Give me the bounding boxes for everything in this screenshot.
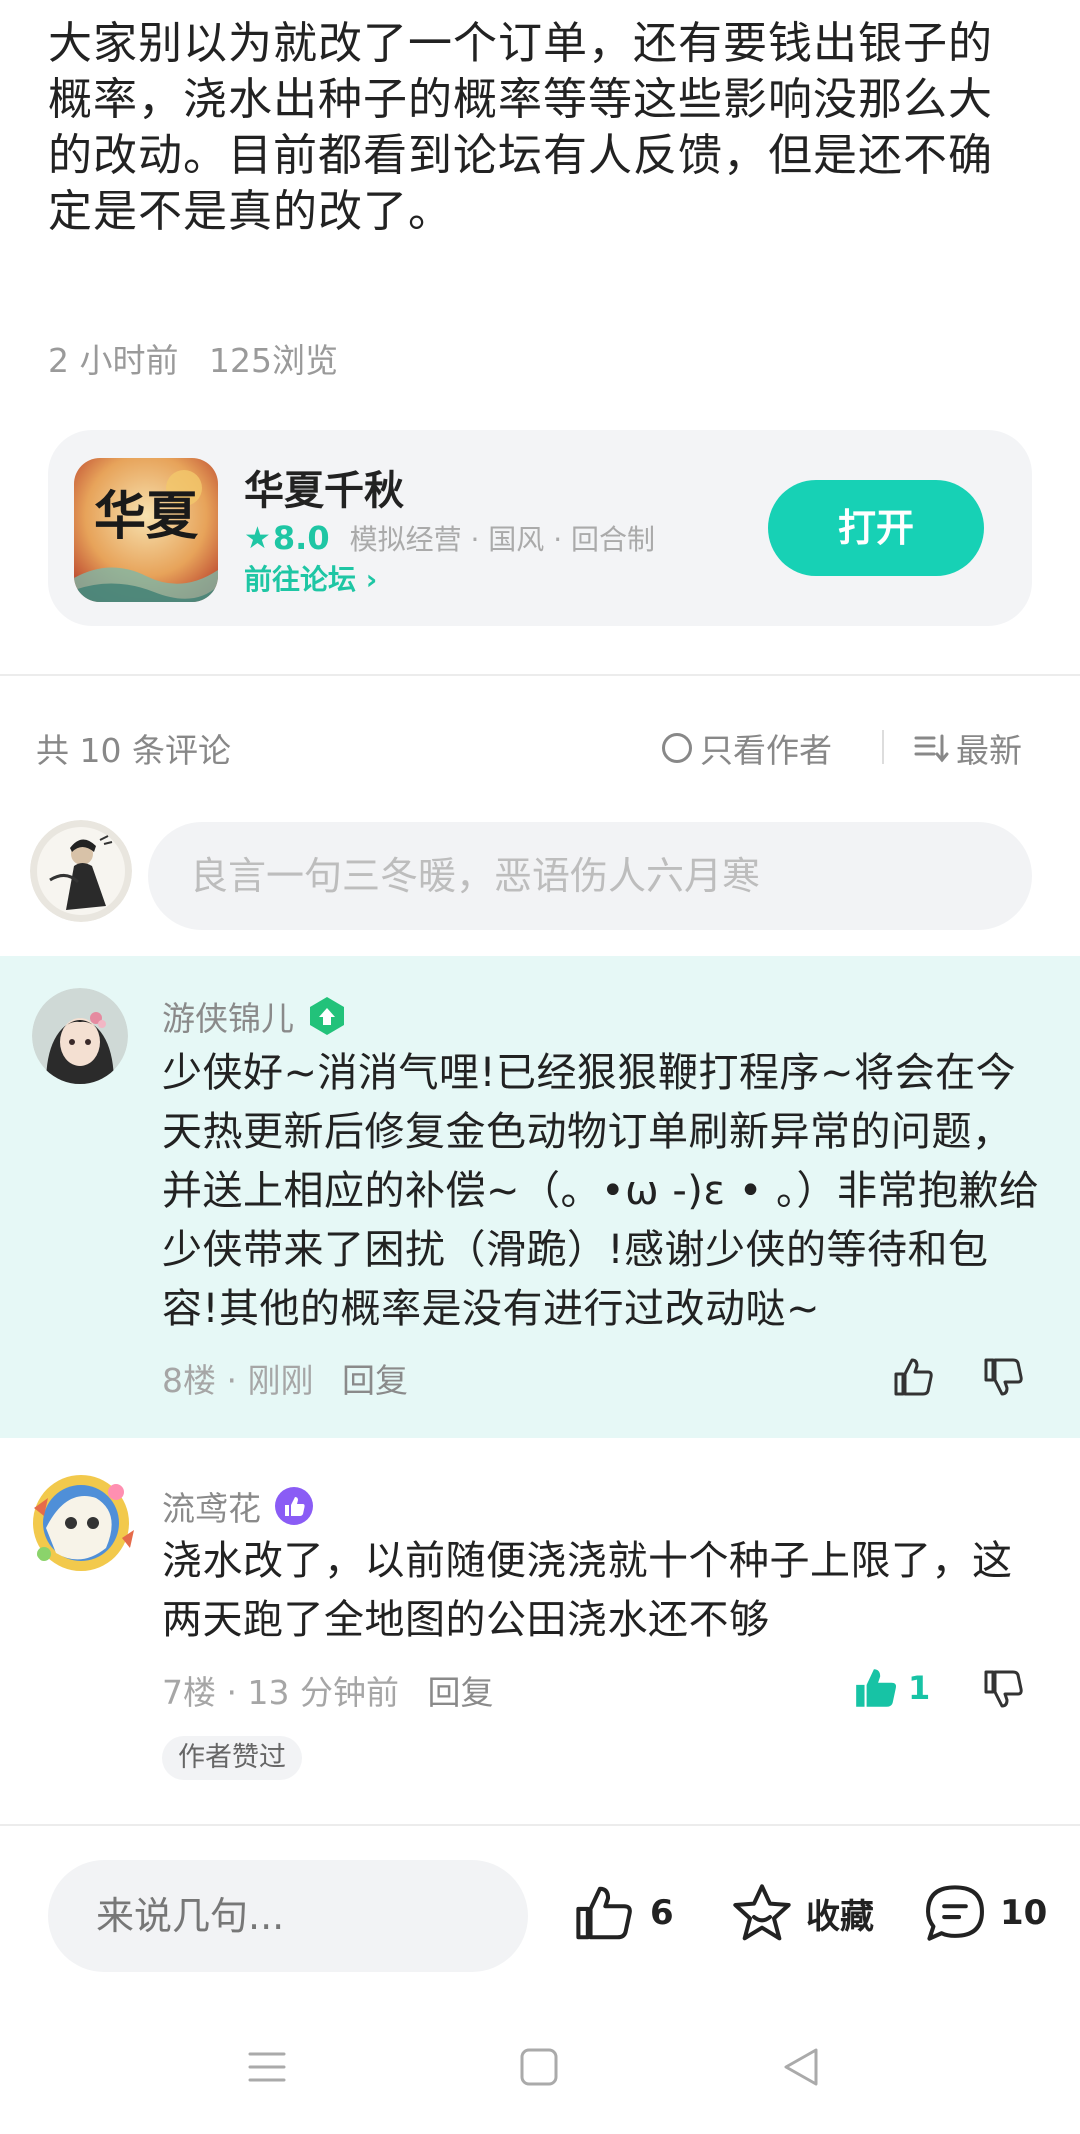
star-icon bbox=[733, 1884, 791, 1941]
home-square-icon bbox=[520, 2048, 558, 2086]
reply-button[interactable]: 回复 bbox=[342, 1361, 408, 1400]
chevron-right-icon: › bbox=[365, 563, 378, 596]
go-to-forum-link[interactable]: 前往论坛 › bbox=[244, 558, 377, 598]
like-count: 1 bbox=[908, 1669, 931, 1707]
comment-floor-time: 7楼 · 13 分钟前 bbox=[162, 1673, 399, 1712]
radio-circle-icon bbox=[662, 733, 692, 763]
menu-icon bbox=[248, 2052, 286, 2082]
comment-floor-time: 8楼 · 刚刚 bbox=[162, 1361, 314, 1400]
reply-button[interactable]: 回复 bbox=[427, 1673, 493, 1712]
favorite-button[interactable]: 收藏 bbox=[730, 1882, 874, 1944]
comments-header: 共 10 条评论 只看作者 最新 bbox=[36, 724, 1036, 774]
commenter-avatar[interactable] bbox=[32, 988, 128, 1084]
thumbs-up-icon bbox=[894, 1358, 933, 1396]
sort-icon bbox=[914, 734, 949, 763]
menu-nav-button[interactable] bbox=[246, 2046, 288, 2092]
comment-text: 少侠好~消消气哩!已经狠狠鞭打程序~将会在今天热更新后修复金色动物订单刷新异常的… bbox=[162, 1050, 1040, 1332]
dislike-button[interactable] bbox=[980, 1666, 1026, 1716]
dislike-button[interactable] bbox=[980, 1354, 1026, 1404]
thumbs-down-icon bbox=[984, 1358, 1023, 1396]
star-icon: ★ bbox=[244, 520, 271, 556]
bottom-action-bar: 来说几句... 6 收藏 10 bbox=[0, 1826, 1080, 2006]
divider bbox=[0, 674, 1080, 676]
game-rating: 8.0 bbox=[272, 519, 330, 557]
sort-latest-button[interactable]: 最新 bbox=[914, 724, 1022, 772]
like-button-active[interactable]: 1 bbox=[852, 1664, 930, 1712]
official-badge-icon bbox=[310, 997, 344, 1035]
post-views: 125浏览 bbox=[209, 341, 338, 380]
post-like-button[interactable]: 6 bbox=[572, 1882, 674, 1944]
level-badge-icon bbox=[275, 1487, 313, 1525]
home-nav-button[interactable] bbox=[518, 2046, 560, 2092]
post-body-text: 大家别以为就改了一个订单，还有要钱出银子的概率，浇水出种子的概率等等这些影响没那… bbox=[48, 18, 993, 237]
back-triangle-icon bbox=[784, 2048, 818, 2086]
comment-bubble-icon bbox=[926, 1885, 984, 1941]
like-button[interactable] bbox=[890, 1354, 936, 1400]
commenter-name[interactable]: 流鸢花 bbox=[162, 1482, 261, 1530]
comment-meta: 8楼 · 刚刚 回复 bbox=[162, 1354, 408, 1402]
game-card[interactable]: 华夏 华夏千秋 ★ 8.0 模拟经营 · 国风 · 回合制 前往论坛 › 打开 bbox=[48, 430, 1032, 626]
comments-button[interactable]: 10 bbox=[922, 1882, 1047, 1944]
thumbs-up-icon bbox=[576, 1886, 632, 1940]
game-rating-row: ★ 8.0 模拟经营 · 国风 · 回合制 bbox=[244, 518, 655, 558]
game-tags: 模拟经营 · 国风 · 回合制 bbox=[349, 523, 655, 556]
post-like-count: 6 bbox=[650, 1893, 674, 1933]
vertical-divider bbox=[882, 730, 884, 764]
comments-count: 共 10 条评论 bbox=[36, 731, 231, 770]
go-to-forum-label: 前往论坛 bbox=[244, 563, 357, 596]
game-icon[interactable]: 华夏 bbox=[74, 458, 218, 602]
back-nav-button[interactable] bbox=[780, 2046, 822, 2092]
author-liked-tag: 作者赞过 bbox=[162, 1736, 302, 1780]
post-meta: 2 小时前 125浏览 bbox=[48, 334, 358, 382]
only-author-label: 只看作者 bbox=[700, 731, 832, 770]
thumbs-up-filled-icon bbox=[856, 1669, 896, 1707]
game-name: 华夏千秋 bbox=[244, 468, 404, 514]
open-game-button[interactable]: 打开 bbox=[768, 480, 984, 576]
comment-input[interactable]: 良言一句三冬暖，恶语伤人六月寒 bbox=[148, 822, 1032, 930]
system-nav-bar bbox=[0, 2010, 1080, 2134]
thumbs-down-icon bbox=[984, 1670, 1023, 1708]
only-author-toggle[interactable]: 只看作者 bbox=[662, 724, 832, 772]
comments-count-bottom: 10 bbox=[1000, 1893, 1048, 1933]
my-avatar[interactable] bbox=[30, 820, 132, 922]
sort-latest-label: 最新 bbox=[956, 731, 1022, 770]
comment-item-official: 游侠锦儿 少侠好~消消气哩!已经狠狠鞭打程序~将会在今天热更新后修复金色动物订单… bbox=[0, 956, 1080, 1438]
commenter-avatar[interactable] bbox=[26, 1468, 136, 1578]
commenter-name-row: 流鸢花 bbox=[162, 1482, 315, 1530]
say-something-input[interactable]: 来说几句... bbox=[48, 1860, 528, 1972]
commenter-name-row: 游侠锦儿 bbox=[162, 992, 348, 1040]
game-icon-char-1: 华夏 bbox=[94, 486, 199, 547]
favorite-label: 收藏 bbox=[806, 1896, 874, 1937]
post-time: 2 小时前 bbox=[48, 341, 179, 380]
commenter-name[interactable]: 游侠锦儿 bbox=[162, 992, 294, 1040]
comment-meta: 7楼 · 13 分钟前 回复 bbox=[162, 1666, 493, 1714]
comment-text: 浇水改了，以前随便浇浇就十个种子上限了，这两天跑了全地图的公田浇水还不够 bbox=[162, 1538, 1013, 1643]
